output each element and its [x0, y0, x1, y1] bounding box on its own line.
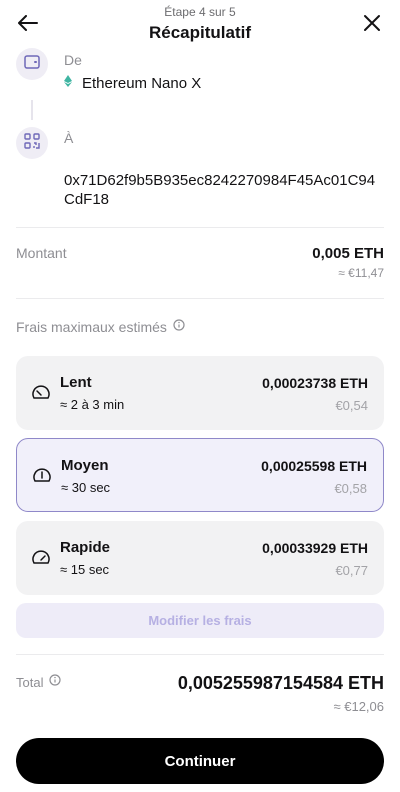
qr-code-icon-badge [16, 127, 48, 159]
fee-time: ≈ 2 à 3 min [60, 397, 125, 412]
info-icon[interactable] [173, 318, 185, 336]
continue-button[interactable]: Continuer [16, 738, 384, 784]
total-header: Total [16, 673, 62, 691]
fee-option-medium[interactable]: Moyen ≈ 30 sec 0,00025598 ETH €0,58 [16, 438, 384, 512]
total-value: 0,005255987154584 ETH [177, 673, 384, 693]
fee-amount: 0,00023738 ETH [262, 375, 368, 391]
speedometer-fast-icon [31, 548, 51, 568]
divider [16, 298, 384, 299]
from-label: De [64, 52, 82, 68]
fee-fiat: €0,58 [334, 481, 367, 496]
fee-name: Rapide [60, 539, 111, 556]
close-icon [363, 14, 381, 37]
total-fiat: ≈ €12,06 [333, 699, 384, 714]
amount-fiat: ≈ €11,47 [338, 266, 384, 280]
fee-fiat: €0,54 [335, 398, 368, 413]
fee-name: Moyen [61, 457, 109, 474]
fee-option-slow[interactable]: Lent ≈ 2 à 3 min 0,00023738 ETH €0,54 [16, 356, 384, 430]
qr-code-icon [24, 132, 40, 154]
speedometer-slow-icon [31, 383, 51, 403]
amount-value: 0,005 ETH [312, 245, 384, 262]
source-device: Ethereum Nano X [64, 74, 201, 92]
fee-option-fast[interactable]: Rapide ≈ 15 sec 0,00033929 ETH €0,77 [16, 521, 384, 595]
fee-time: ≈ 15 sec [60, 562, 110, 577]
fee-amount: 0,00025598 ETH [261, 458, 367, 474]
fees-label: Frais maximaux estimés [16, 319, 167, 335]
divider [16, 227, 384, 228]
wallet-icon [24, 54, 40, 74]
fee-time: ≈ 30 sec [61, 480, 111, 495]
fee-fiat: €0,77 [335, 563, 368, 578]
modify-fees-button[interactable]: Modifier les frais [16, 603, 384, 638]
info-icon[interactable] [49, 673, 62, 691]
header: Étape 4 sur 5 Récapitulatif [0, 0, 400, 50]
to-label: À [64, 130, 74, 146]
amount-label: Montant [16, 245, 67, 261]
fee-name: Lent [60, 374, 92, 391]
speedometer-medium-icon [32, 466, 52, 486]
step-indicator: Étape 4 sur 5 [164, 5, 236, 19]
ethereum-icon [64, 74, 72, 92]
wallet-icon-badge [16, 48, 48, 80]
recipient-address: 0x71D62f9b5B935ec8242270984F45Ac01C94CdF… [64, 172, 376, 208]
close-button[interactable] [358, 12, 386, 38]
divider [16, 654, 384, 655]
page-title: Récapitulatif [148, 23, 252, 42]
fees-header: Frais maximaux estimés [16, 318, 185, 336]
fee-amount: 0,00033929 ETH [262, 540, 368, 556]
total-label: Total [16, 674, 44, 690]
device-name: Ethereum Nano X [82, 74, 202, 92]
connector-line [31, 100, 33, 120]
